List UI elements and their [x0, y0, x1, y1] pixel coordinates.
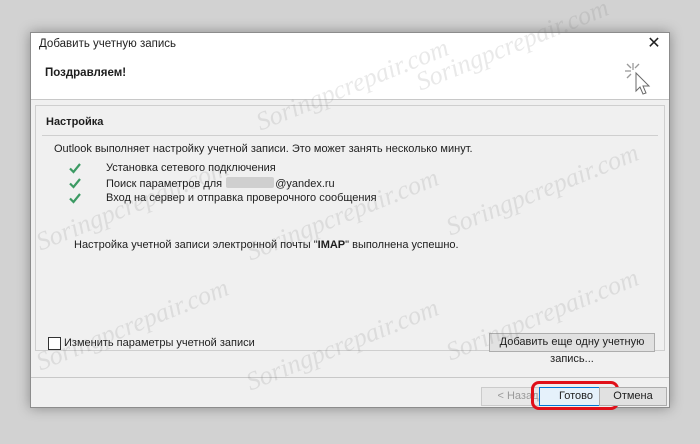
change-settings-label[interactable]: Изменить параметры учетной записи [64, 337, 255, 349]
footer-divider [31, 377, 669, 378]
change-settings-checkbox[interactable] [48, 337, 61, 350]
section-title: Настройка [46, 116, 104, 128]
title-bar: Добавить учетную запись ✕ [31, 33, 669, 55]
step-label: Поиск параметров для @yandex.ru [106, 177, 335, 190]
add-account-dialog: Добавить учетную запись ✕ Поздравляем! Н… [30, 32, 670, 410]
setup-section: Настройка Outlook выполняет настройку уч… [35, 105, 665, 351]
checkmark-icon [69, 178, 81, 189]
success-suffix: " выполнена успешно. [345, 239, 459, 251]
success-prefix: Настройка учетной записи электронной поч… [74, 239, 318, 251]
add-another-account-button[interactable]: Добавить еще одну учетную запись... [489, 333, 655, 365]
success-message: Настройка учетной записи электронной поч… [74, 239, 459, 251]
step-label: Установка сетевого подключения [106, 162, 276, 174]
close-button[interactable]: ✕ [645, 35, 663, 53]
dialog-title: Добавить учетную запись [39, 38, 177, 50]
redacted-email-user [226, 177, 275, 188]
setup-wizard-icon [625, 63, 651, 95]
protocol-name: IMAP [317, 239, 346, 251]
step-label: Вход на сервер и отправка проверочного с… [106, 192, 377, 204]
congrats-heading: Поздравляем! [45, 67, 127, 79]
checkmark-icon [69, 163, 81, 174]
header-panel: Поздравляем! [31, 55, 669, 100]
section-divider [42, 135, 658, 136]
step-label-prefix: Поиск параметров для [106, 178, 223, 190]
intro-text: Outlook выполняет настройку учетной запи… [54, 143, 473, 155]
step-label-suffix: @yandex.ru [275, 178, 335, 190]
checkmark-icon [69, 193, 81, 204]
cancel-button[interactable]: Отмена [599, 387, 667, 406]
